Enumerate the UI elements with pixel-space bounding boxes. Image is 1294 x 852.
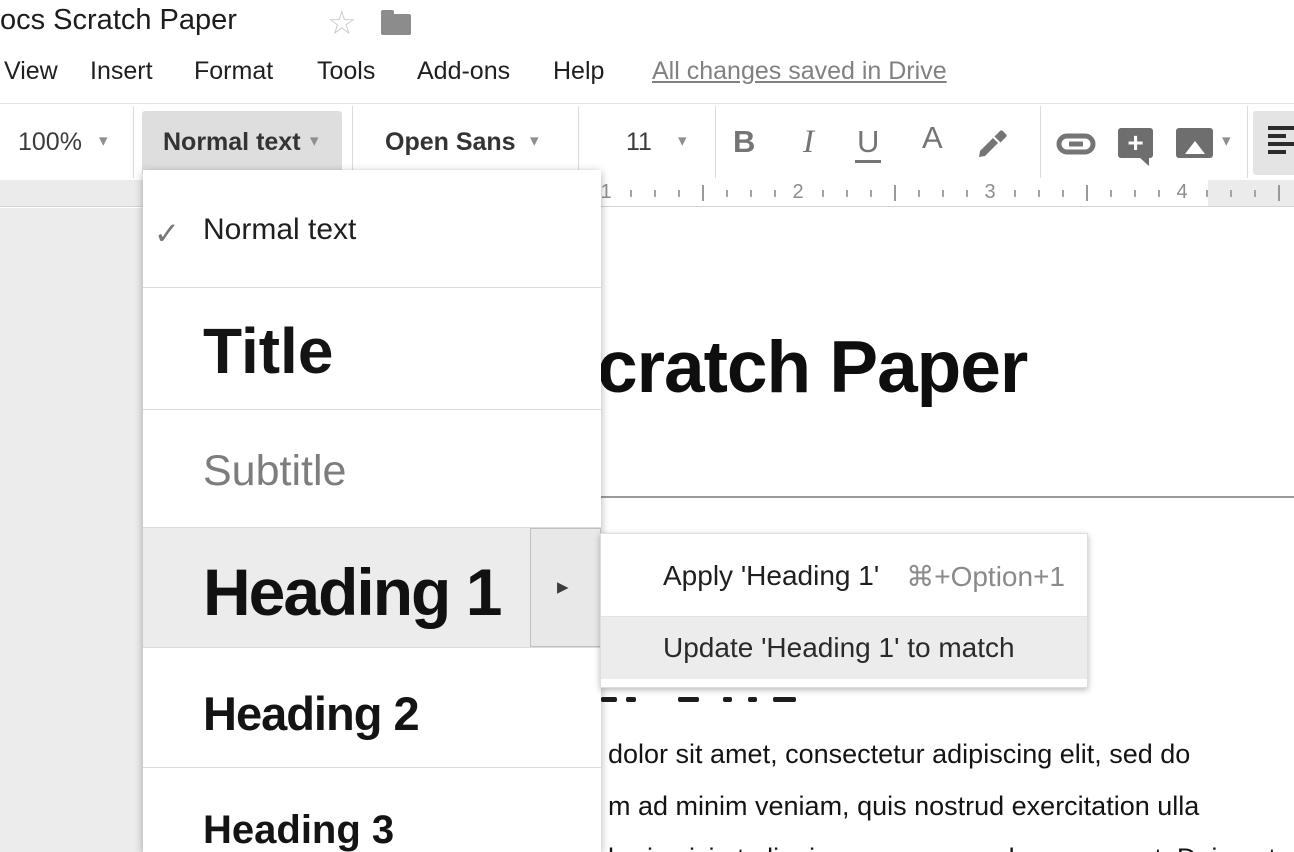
- apply-heading1-item[interactable]: Apply 'Heading 1' ⌘+Option+1: [601, 534, 1087, 616]
- style-option-heading3[interactable]: Heading 3: [143, 768, 601, 852]
- insert-comment-icon[interactable]: [1118, 128, 1153, 158]
- save-status-link[interactable]: All changes saved in Drive: [652, 57, 947, 86]
- style-option-heading2[interactable]: Heading 2: [143, 648, 601, 768]
- font-size-select[interactable]: 11: [626, 128, 652, 157]
- toolbar-separator: [578, 106, 579, 178]
- menu-insert[interactable]: Insert: [90, 57, 153, 86]
- page-margin-background: [0, 208, 143, 852]
- update-heading1-label: Update 'Heading 1' to match: [663, 632, 1015, 664]
- toolbar-separator: [352, 106, 353, 178]
- heading1-submenu-button[interactable]: ▸: [530, 528, 601, 647]
- underline-button[interactable]: U: [855, 124, 881, 163]
- style-option-title[interactable]: Title: [143, 288, 601, 410]
- google-docs-window: ocs Scratch Paper ☆ View Insert Format T…: [0, 0, 1294, 852]
- menu-tools[interactable]: Tools: [317, 57, 375, 86]
- paint-format-icon[interactable]: [975, 124, 1011, 160]
- occluded-heading-fragment: [748, 697, 757, 702]
- text-color-button[interactable]: A: [922, 120, 943, 156]
- chevron-down-icon[interactable]: ▾: [678, 131, 687, 151]
- styles-select-label: Normal text: [163, 128, 301, 157]
- body-text-line[interactable]: boris nisi ut aliquip ex ea commodo cons…: [608, 843, 1294, 852]
- chevron-down-icon: ▾: [310, 131, 319, 151]
- toolbar-separator: [133, 106, 134, 178]
- chevron-down-icon[interactable]: ▾: [99, 131, 108, 151]
- italic-button[interactable]: I: [803, 124, 814, 161]
- style-option-label: Normal text: [203, 213, 356, 247]
- style-option-heading1[interactable]: Heading 1 ▸: [143, 528, 601, 648]
- apply-heading1-label: Apply 'Heading 1': [663, 560, 879, 592]
- menu-format[interactable]: Format: [194, 57, 273, 86]
- font-select[interactable]: Open Sans: [385, 128, 516, 157]
- style-option-label: Heading 1: [203, 554, 500, 630]
- document-heading-text[interactable]: cratch Paper: [597, 326, 1027, 409]
- style-option-label: Title: [203, 314, 333, 388]
- align-left-icon: [1268, 126, 1294, 130]
- submenu-padding: [601, 679, 1087, 687]
- insert-link-icon[interactable]: [1056, 128, 1096, 160]
- chevron-down-icon[interactable]: ▾: [530, 131, 539, 151]
- horizontal-rule: [597, 496, 1294, 498]
- occluded-heading-fragment: [773, 697, 796, 702]
- body-text-line[interactable]: m ad minim veniam, quis nostrud exercita…: [608, 791, 1294, 822]
- style-option-label: Heading 3: [203, 808, 394, 852]
- zoom-select[interactable]: 100%: [18, 128, 82, 157]
- occluded-heading-fragment: [626, 697, 636, 702]
- occluded-heading-fragment: [601, 697, 617, 702]
- style-option-label: Heading 2: [203, 686, 419, 741]
- toolbar-separator: [1040, 106, 1041, 178]
- align-left-button[interactable]: [1253, 111, 1294, 175]
- heading1-submenu: Apply 'Heading 1' ⌘+Option+1 Update 'Hea…: [600, 533, 1088, 688]
- occluded-heading-fragment: [678, 697, 699, 702]
- occluded-heading-fragment: [723, 697, 732, 702]
- style-option-normal-text[interactable]: ✓ Normal text: [143, 170, 601, 288]
- star-icon[interactable]: ☆: [327, 3, 357, 42]
- body-text-line[interactable]: dolor sit amet, consectetur adipiscing e…: [608, 739, 1294, 770]
- style-option-subtitle[interactable]: Subtitle: [143, 410, 601, 528]
- toolbar-separator: [715, 106, 716, 178]
- folder-icon[interactable]: [381, 14, 411, 35]
- document-title-input[interactable]: ocs Scratch Paper: [0, 4, 237, 37]
- styles-select[interactable]: Normal text ▾: [142, 111, 342, 175]
- checkmark-icon: ✓: [154, 216, 180, 252]
- insert-image-icon[interactable]: [1176, 128, 1213, 158]
- chevron-down-icon[interactable]: ▾: [1222, 131, 1231, 151]
- apply-heading1-shortcut: ⌘+Option+1: [906, 560, 1065, 593]
- bold-button[interactable]: B: [733, 124, 755, 160]
- menu-view[interactable]: View: [4, 57, 58, 86]
- toolbar: 100% ▾ Normal text ▾ Open Sans ▾ 11 ▾ B …: [0, 103, 1294, 180]
- submenu-arrow-icon: ▸: [557, 573, 569, 600]
- toolbar-separator: [1247, 106, 1248, 178]
- update-heading1-item[interactable]: Update 'Heading 1' to match: [601, 617, 1087, 679]
- style-option-label: Subtitle: [203, 447, 346, 496]
- menu-addons[interactable]: Add-ons: [417, 57, 510, 86]
- styles-dropdown-menu: ✓ Normal text Title Subtitle Heading 1 ▸…: [143, 170, 601, 852]
- menu-help[interactable]: Help: [553, 57, 604, 86]
